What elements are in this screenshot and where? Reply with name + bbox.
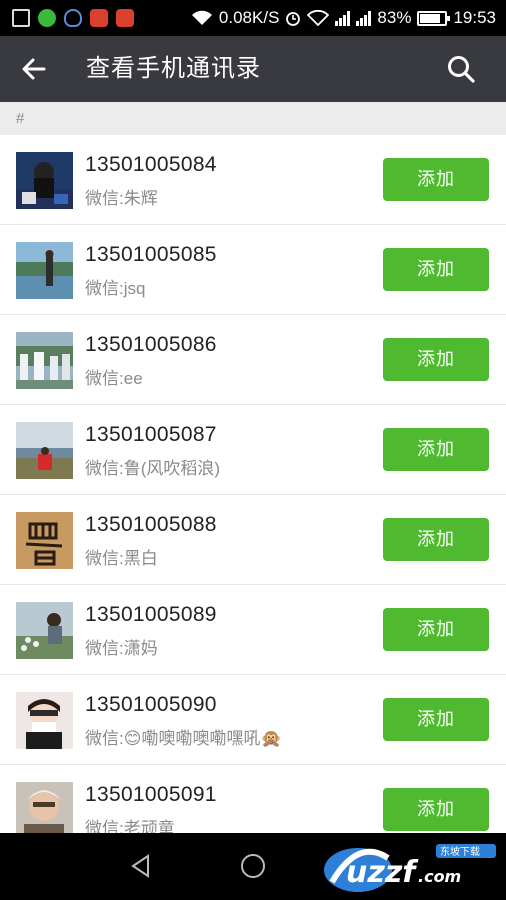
- contact-phone: 13501005086: [85, 333, 217, 356]
- contact-row[interactable]: 13501005087 微信:鲁(风吹稻浪) 添加: [0, 405, 506, 495]
- contact-wechat: 微信:朱辉: [85, 189, 158, 208]
- contact-wechat: 微信:鲁(风吹稻浪): [85, 459, 221, 478]
- status-right: 0.08K/S 83% 19:53: [191, 0, 496, 36]
- contact-row[interactable]: 13501005088 微信:黑白 添加: [0, 495, 506, 585]
- avatar[interactable]: [16, 782, 73, 833]
- signal-icon: [356, 10, 372, 26]
- nav-home-icon[interactable]: [240, 853, 266, 879]
- contact-wechat: 微信:黑白: [85, 549, 158, 568]
- avatar[interactable]: [16, 422, 73, 479]
- arrow-left-icon[interactable]: [18, 53, 50, 85]
- contact-wechat: 微信:ee: [85, 369, 143, 388]
- avatar[interactable]: [16, 332, 73, 389]
- red-app-icon: [90, 9, 108, 27]
- notification-icons: [0, 9, 134, 27]
- contact-phone: 13501005084: [85, 153, 217, 176]
- avatar[interactable]: [16, 242, 73, 299]
- page-title: 查看手机通讯录: [86, 55, 261, 82]
- add-button[interactable]: 添加: [383, 428, 489, 471]
- avatar[interactable]: [16, 692, 73, 749]
- contact-row[interactable]: 13501005084 微信:朱辉 添加: [0, 135, 506, 225]
- contact-phone: 13501005085: [85, 243, 217, 266]
- contact-row[interactable]: 13501005086 微信:ee 添加: [0, 315, 506, 405]
- contact-wechat: 微信:jsq: [85, 279, 146, 298]
- contact-row[interactable]: 13501005089 微信:潇妈 添加: [0, 585, 506, 675]
- red-app-icon: [116, 9, 134, 27]
- contact-phone: 13501005090: [85, 693, 217, 716]
- contact-wechat: 微信:潇妈: [85, 639, 158, 658]
- add-button[interactable]: 添加: [383, 248, 489, 291]
- contact-phone: 13501005088: [85, 513, 217, 536]
- avatar[interactable]: [16, 152, 73, 209]
- status-bar: 0.08K/S 83% 19:53: [0, 0, 506, 36]
- battery-percent: 83%: [377, 8, 412, 27]
- section-header: #: [0, 102, 506, 135]
- svg-text:.com: .com: [418, 867, 461, 886]
- clock: 19:53: [453, 8, 496, 27]
- contact-row[interactable]: 13501005091 微信:老顽童 添加: [0, 765, 506, 833]
- net-speed: 0.08K/S: [218, 8, 280, 27]
- nav-back-icon[interactable]: [128, 853, 154, 879]
- screen: 0.08K/S 83% 19:53 查看手机通讯录 # 13501005084 …: [0, 0, 506, 900]
- contact-row[interactable]: 13501005090 微信:😊嘞噢嘞噢嘞嘿吼🙊 添加: [0, 675, 506, 765]
- image-icon: [12, 9, 30, 27]
- alarm-icon: [286, 12, 301, 26]
- avatar[interactable]: [16, 602, 73, 659]
- contact-list[interactable]: 13501005084 微信:朱辉 添加 13501005085 微信:jsq …: [0, 135, 506, 833]
- green-app-icon: [38, 9, 56, 27]
- contact-wechat: 微信:😊嘞噢嘞噢嘞嘿吼🙊: [85, 729, 282, 748]
- svg-text:东坡下载: 东坡下载: [440, 845, 480, 858]
- add-button[interactable]: 添加: [383, 338, 489, 381]
- contact-phone: 13501005089: [85, 603, 217, 626]
- qq-icon: [64, 9, 82, 27]
- avatar[interactable]: [16, 512, 73, 569]
- add-button[interactable]: 添加: [383, 608, 489, 651]
- signal-icon: [335, 10, 351, 26]
- add-button[interactable]: 添加: [383, 788, 489, 831]
- svg-text:uzzf: uzzf: [346, 855, 419, 890]
- wifi-icon: [191, 10, 212, 25]
- contact-phone: 13501005091: [85, 783, 217, 806]
- add-button[interactable]: 添加: [383, 698, 489, 741]
- contact-row[interactable]: 13501005085 微信:jsq 添加: [0, 225, 506, 315]
- wifi-icon: [307, 10, 330, 26]
- add-button[interactable]: 添加: [383, 158, 489, 201]
- contact-phone: 13501005087: [85, 423, 217, 446]
- battery-icon: [417, 10, 451, 26]
- search-icon[interactable]: [446, 54, 476, 84]
- app-header: 查看手机通讯录: [0, 36, 506, 102]
- uzzf-watermark-logo: uzzf .com 东坡下载: [324, 844, 496, 892]
- contact-wechat: 微信:老顽童: [85, 819, 175, 833]
- add-button[interactable]: 添加: [383, 518, 489, 561]
